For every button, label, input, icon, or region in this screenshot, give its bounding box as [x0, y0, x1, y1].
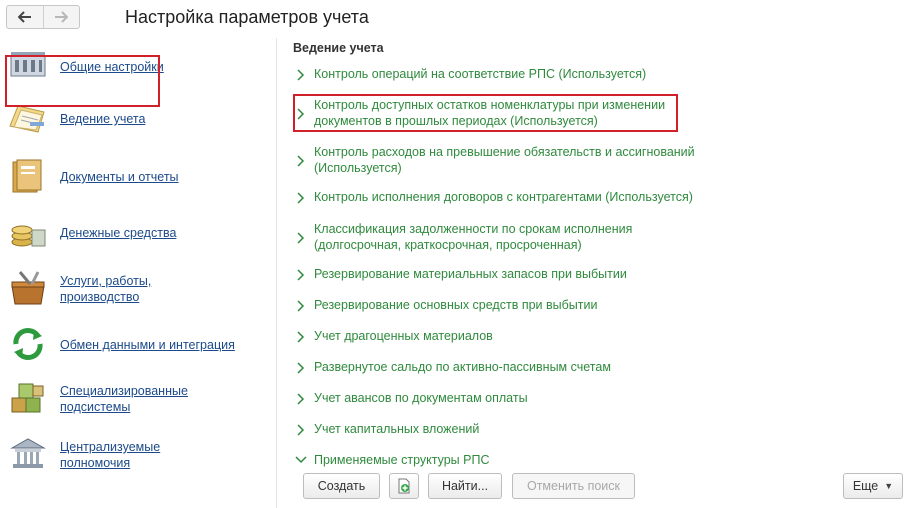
- cubes-icon: [11, 383, 44, 413]
- chevron-right-icon: [297, 362, 305, 374]
- group-row-label: Контроль исполнения договоров с контраге…: [314, 190, 693, 204]
- coins-icon: [11, 225, 46, 247]
- group-row-expense-control[interactable]: Контроль расходов на превышение обязател…: [293, 144, 893, 178]
- section-title: Ведение учета: [293, 41, 384, 55]
- group-row-label: Учет драгоценных материалов: [314, 329, 493, 343]
- group-row-label: Классификация задолженности по срокам ис…: [314, 222, 633, 252]
- group-row-label: Резервирование материальных запасов при …: [314, 267, 627, 281]
- group-row-advances[interactable]: Учет авансов по документам оплаты: [293, 390, 893, 410]
- sidebar-item-label: Обмен данными и интеграция: [60, 338, 235, 352]
- sidebar-item-label: Документы и отчеты: [60, 170, 179, 184]
- top-bar: Настройка параметров учета: [0, 0, 909, 38]
- panel-divider: [276, 38, 277, 508]
- sidebar-item-label: Ведение учета: [60, 112, 146, 126]
- bottom-toolbar: Создать Найти... Отменить поиск Еще ▼: [0, 472, 909, 502]
- create-button[interactable]: Создать: [303, 473, 380, 499]
- forward-button[interactable]: [42, 6, 80, 28]
- add-copy-icon: [398, 478, 410, 494]
- find-button[interactable]: Найти...: [428, 473, 502, 499]
- sync-icon: [13, 328, 43, 360]
- chevron-right-icon: [297, 192, 305, 204]
- group-row-label: Развернутое сальдо по активно-пассивным …: [314, 360, 611, 374]
- group-row-label: Резервирование основных средств при выбы…: [314, 298, 598, 312]
- chevron-right-icon: [297, 155, 305, 167]
- chevron-right-icon: [297, 269, 305, 281]
- sidebar-item-data-exchange[interactable]: Обмен данными и интеграция: [0, 322, 270, 366]
- chevron-right-icon: [297, 331, 305, 343]
- sidebar-item-specialized-subsystems[interactable]: Специализированные подсистемы: [0, 376, 270, 420]
- group-row-label: Учет авансов по документам оплаты: [314, 391, 528, 405]
- group-row-precious-materials[interactable]: Учет драгоценных материалов: [293, 328, 893, 348]
- sidebar-item-label: Денежные средства: [60, 226, 177, 240]
- sidebar-item-label: Услуги, работы, производство: [60, 274, 152, 304]
- highlight-frame-row: [293, 94, 678, 132]
- sidebar-item-centralized-powers[interactable]: Централизуемые полномочия: [0, 432, 270, 476]
- chevron-right-icon: [297, 69, 305, 81]
- chevron-right-icon: [297, 300, 305, 312]
- chevron-right-icon: [297, 232, 305, 244]
- more-button[interactable]: Еще ▼: [843, 473, 903, 499]
- sidebar-item-label: Централизуемые полномочия: [60, 440, 161, 470]
- group-row-reserve-fixed-assets[interactable]: Резервирование основных средств при выбы…: [293, 297, 893, 317]
- more-label: Еще: [852, 479, 879, 493]
- chevron-right-icon: [297, 424, 305, 436]
- group-row-capital-investments[interactable]: Учет капитальных вложений: [293, 421, 893, 441]
- toolbox-icon: [11, 271, 45, 305]
- group-row-reserve-materials[interactable]: Резервирование материальных запасов при …: [293, 266, 893, 286]
- highlight-frame-sidebar: [5, 55, 160, 107]
- group-row-expanded-balance[interactable]: Развернутое сальдо по активно-пассивным …: [293, 359, 893, 379]
- caret-down-icon: ▼: [884, 481, 894, 491]
- sidebar-item-money[interactable]: Денежные средства: [0, 210, 270, 254]
- page-title: Настройка параметров учета: [125, 7, 369, 27]
- cancel-search-button[interactable]: Отменить поиск: [512, 473, 635, 499]
- sidebar-item-label: Специализированные подсистемы: [60, 384, 188, 414]
- group-row-rps-structures[interactable]: Применяемые структуры РПС: [293, 452, 893, 472]
- group-row-label: Учет капитальных вложений: [314, 422, 480, 436]
- group-row-label: Применяемые структуры РПС: [314, 453, 490, 467]
- group-row-contract-control[interactable]: Контроль исполнения договоров с контраге…: [293, 189, 893, 209]
- arrow-left-icon: [17, 11, 31, 23]
- sidebar: Общие настройки Ведение учета Документы …: [0, 40, 270, 505]
- folder-icon: [12, 159, 42, 193]
- back-button[interactable]: [7, 6, 43, 28]
- group-row-label: Контроль расходов на превышение обязател…: [314, 145, 695, 175]
- copy-button[interactable]: [389, 473, 419, 499]
- sidebar-item-services-works[interactable]: Услуги, работы, производство: [0, 266, 270, 310]
- chevron-right-icon: [297, 393, 305, 405]
- chevron-down-icon: [295, 456, 307, 464]
- nav-buttons: [6, 5, 80, 29]
- institution-icon: [10, 438, 46, 468]
- group-row-label: Контроль операций на соответствие РПС (И…: [314, 67, 647, 81]
- group-row-debt-classification[interactable]: Классификация задолженности по срокам ис…: [293, 221, 893, 255]
- group-row-rps-control[interactable]: Контроль операций на соответствие РПС (И…: [293, 66, 893, 86]
- arrow-right-icon: [55, 11, 69, 23]
- sidebar-item-documents-reports[interactable]: Документы и отчеты: [0, 154, 270, 198]
